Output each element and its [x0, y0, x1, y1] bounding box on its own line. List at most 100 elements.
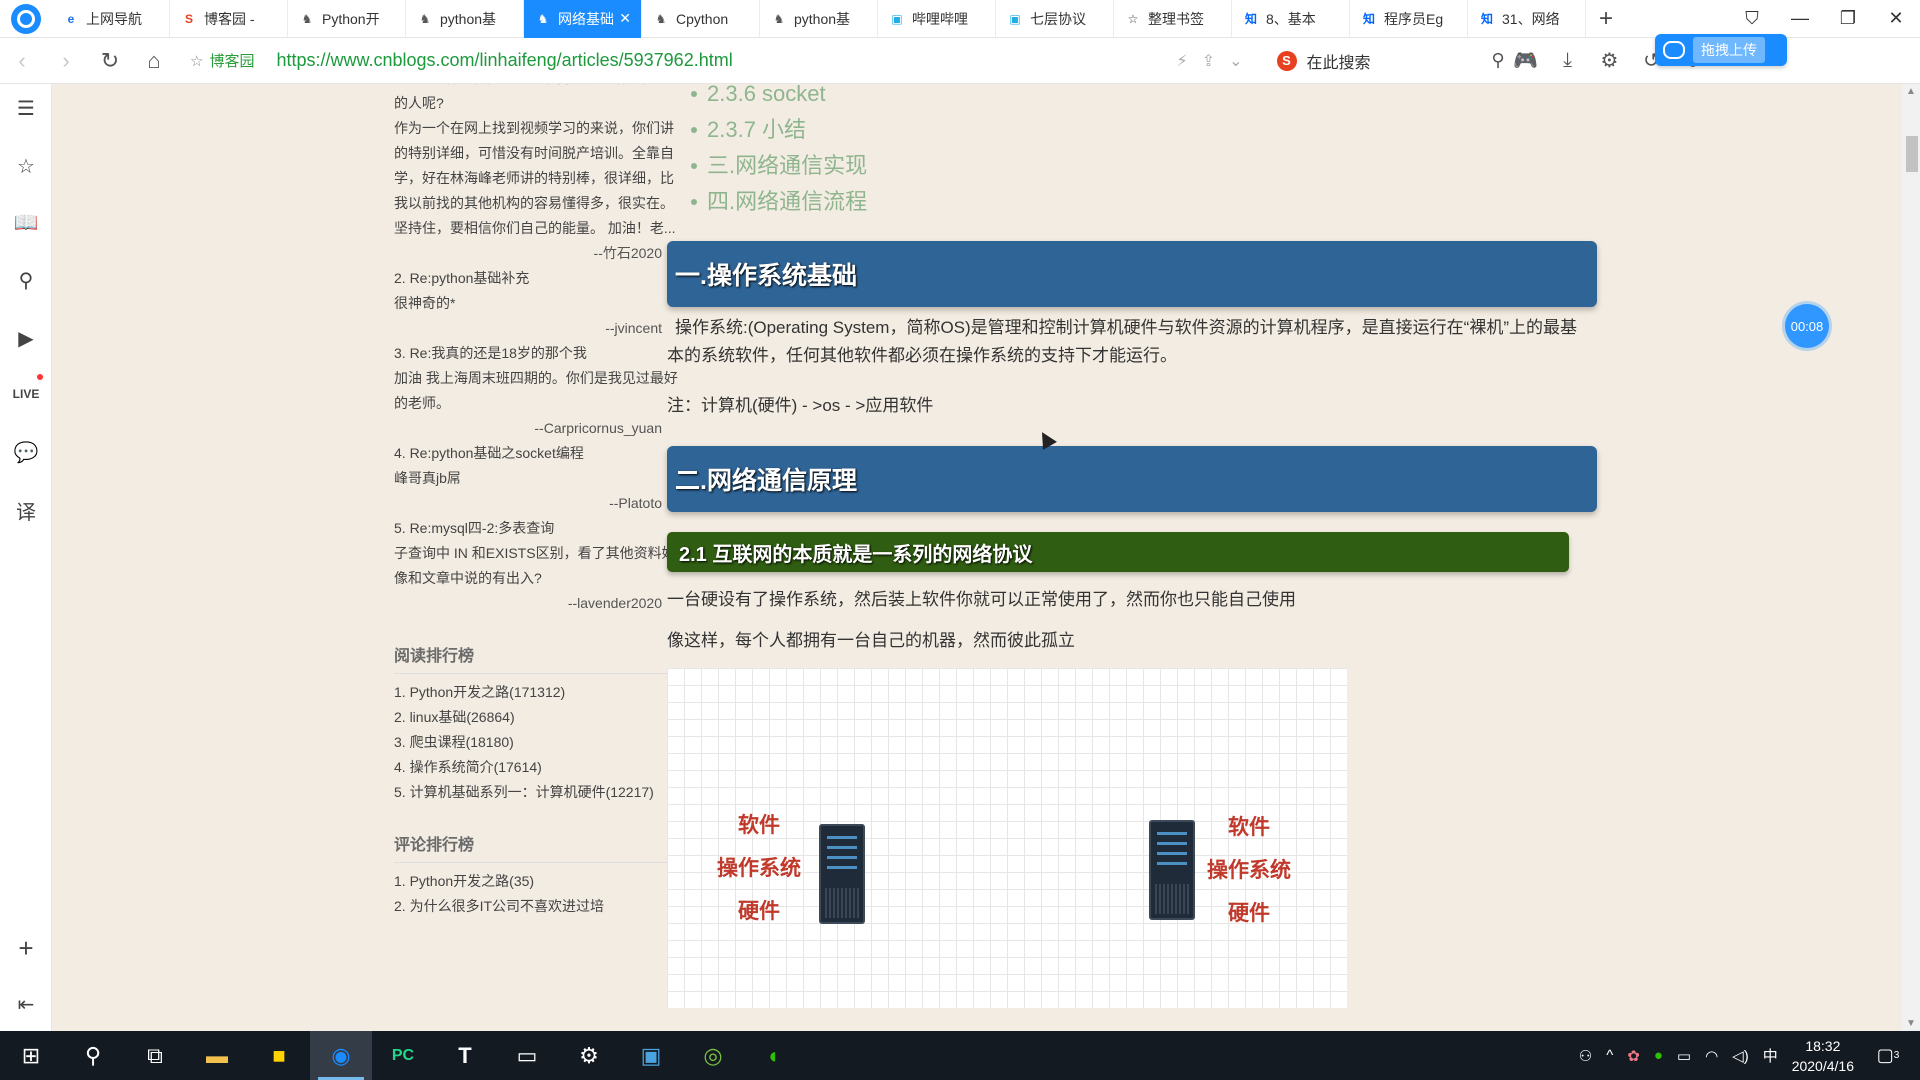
home-button[interactable]: ⌂: [132, 38, 176, 84]
pycharm-icon[interactable]: PC: [372, 1031, 434, 1080]
lightning-icon[interactable]: ⚡: [1176, 51, 1187, 71]
search-side-icon[interactable]: ⚲: [0, 262, 52, 298]
comment-body: 峰哥真jb屌: [394, 470, 461, 486]
rank-item[interactable]: 1. Python开发之路(35): [394, 869, 678, 894]
toc-item[interactable]: 2.3.6 socket: [667, 84, 1667, 112]
comment-title[interactable]: 4. Re:python基础之socket编程: [394, 441, 678, 466]
rank-item[interactable]: 4. 操作系统简介(17614): [394, 755, 678, 780]
video-icon[interactable]: ▶: [0, 320, 52, 356]
favorites-icon[interactable]: ☆: [0, 148, 52, 184]
task-view-icon[interactable]: ⧉: [124, 1031, 186, 1080]
scroll-thumb[interactable]: [1906, 136, 1918, 172]
volume-icon[interactable]: ◁): [1732, 1047, 1749, 1065]
rank-item[interactable]: 2. 为什么很多IT公司不喜欢进过培: [394, 894, 678, 919]
clock[interactable]: 18:32 2020/4/16: [1792, 1036, 1854, 1076]
browser-taskbar-icon[interactable]: ◉: [310, 1031, 372, 1080]
comment-author[interactable]: --竹石2020: [394, 241, 678, 266]
add-panel-icon[interactable]: +: [0, 930, 52, 966]
tab-1[interactable]: S 博客园 -: [170, 0, 288, 38]
search-engine-icon[interactable]: S: [1276, 50, 1297, 71]
download-icon[interactable]: ⤓: [1547, 49, 1589, 72]
tab-6[interactable]: ♞ python基: [760, 0, 878, 38]
comment-author[interactable]: --Carpricornus_yuan: [394, 416, 678, 441]
tab-3[interactable]: ♞ python基: [406, 0, 524, 38]
browser-logo[interactable]: [0, 0, 52, 38]
tab-8[interactable]: ▣ 七层协议: [996, 0, 1114, 38]
tab-7[interactable]: ▣ 哔哩哔哩: [878, 0, 996, 38]
comment-title-1[interactable]: 1. Re:为什么很多IT公司不喜欢进过培训机构的人呢?: [394, 84, 678, 116]
sticky-notes-icon[interactable]: ■: [248, 1031, 310, 1080]
ime-indicator[interactable]: 中: [1763, 1045, 1778, 1066]
timer-badge[interactable]: 00:08: [1785, 304, 1829, 348]
reader-icon[interactable]: ☰: [0, 90, 52, 126]
wifi-icon[interactable]: ◠: [1705, 1047, 1718, 1065]
remote-desktop-icon[interactable]: ▣: [620, 1031, 682, 1080]
search-input[interactable]: 在此搜索: [1307, 49, 1371, 73]
wechat-tray-icon[interactable]: ●: [1654, 1047, 1663, 1064]
typora-icon[interactable]: T: [434, 1031, 496, 1080]
extension-icon[interactable]: ⚙: [1589, 48, 1631, 73]
file-explorer-icon[interactable]: ▬: [186, 1031, 248, 1080]
notification-center-icon[interactable]: ▢ 3: [1868, 1045, 1908, 1066]
search-icon[interactable]: ⚲: [62, 1031, 124, 1080]
wechat-icon[interactable]: ◐: [744, 1031, 806, 1080]
tab-9[interactable]: ☆ 整理书签: [1114, 0, 1232, 38]
rank-item[interactable]: 1. Python开发之路(171312): [394, 680, 678, 705]
live-icon[interactable]: LIVE: [0, 376, 52, 412]
settings-icon[interactable]: ⚙: [558, 1031, 620, 1080]
forward-button[interactable]: ›: [44, 38, 88, 84]
rank-item[interactable]: 3. 爬虫课程(18180): [394, 730, 678, 755]
share-icon[interactable]: ⇪: [1202, 51, 1215, 71]
tab-11[interactable]: 知程序员Eg: [1350, 0, 1468, 38]
start-icon[interactable]: ⊞: [0, 1031, 62, 1080]
tab-10[interactable]: 知 8、基本: [1232, 0, 1350, 38]
address-actions: ⚡ ⇪ ⌄: [1176, 51, 1242, 71]
chevron-down-icon[interactable]: ⌄: [1229, 51, 1242, 71]
comment-title[interactable]: 5. Re:mysql四-2:多表查询: [394, 516, 678, 541]
close-window-button[interactable]: ✕: [1872, 0, 1920, 38]
back-button[interactable]: ‹: [0, 38, 44, 84]
rank-item[interactable]: 5. 计算机基础系列一：计算机硬件(12217): [394, 780, 678, 805]
collapse-panel-icon[interactable]: ⇤: [0, 986, 52, 1022]
media-player-icon[interactable]: ◎: [682, 1031, 744, 1080]
bookmark-star-icon[interactable]: ☆: [190, 52, 203, 70]
terminal-icon[interactable]: ▭: [496, 1031, 558, 1080]
book-icon[interactable]: 📖: [0, 204, 52, 240]
game-icon[interactable]: 🎮: [1505, 48, 1547, 73]
scroll-down-icon[interactable]: ▼: [1902, 1018, 1920, 1029]
comment-title[interactable]: 2. Re:python基础补充: [394, 266, 678, 291]
comment-author[interactable]: --jvincent: [394, 316, 678, 341]
tab-2[interactable]: ♞ Python开: [288, 0, 406, 38]
site-indicator[interactable]: ☆ 博客园: [190, 50, 254, 71]
tab-0[interactable]: e 上网导航: [52, 0, 170, 38]
skin-icon[interactable]: ⛉: [1728, 0, 1776, 38]
tab-close-icon[interactable]: ✕: [619, 10, 631, 27]
battery-icon[interactable]: ▭: [1677, 1047, 1691, 1065]
comment-title[interactable]: 3. Re:我真的还是18岁的那个我: [394, 341, 678, 366]
new-tab-button[interactable]: +: [1586, 0, 1626, 38]
toc-item[interactable]: 2.3.7 小结: [667, 112, 1667, 148]
app-tray-icon[interactable]: ✿: [1627, 1047, 1640, 1065]
chat-icon[interactable]: 💬: [0, 434, 52, 470]
people-icon[interactable]: ⚇: [1579, 1047, 1592, 1065]
tab-12[interactable]: 知 31、网络: [1468, 0, 1586, 38]
comment-author[interactable]: --Platoto: [394, 491, 678, 516]
minimize-button[interactable]: —: [1776, 0, 1824, 38]
restore-button[interactable]: ❐: [1824, 0, 1872, 38]
tab-5[interactable]: ♞ Cpython: [642, 0, 760, 38]
scroll-up-icon[interactable]: ▲: [1902, 86, 1920, 97]
search-box[interactable]: S 在此搜索 ⚲: [1276, 49, 1505, 73]
translate-icon[interactable]: 译: [0, 492, 52, 528]
tray-expand-icon[interactable]: ^: [1606, 1047, 1613, 1064]
toc-item[interactable]: 四.网络通信流程: [667, 184, 1667, 220]
page-scrollbar[interactable]: ▲ ▼: [1902, 84, 1920, 1031]
tab-4[interactable]: ♞ 网络基础 ✕: [524, 0, 642, 38]
toc-item[interactable]: 三.网络通信实现: [667, 148, 1667, 184]
url-field[interactable]: https://www.cnblogs.com/linhaifeng/artic…: [276, 50, 1116, 71]
search-icon[interactable]: ⚲: [1491, 50, 1504, 71]
rank-item[interactable]: 2. linux基础(26864): [394, 705, 678, 730]
os-definition-paragraph: 操作系统:(Operating System，简称OS)是管理和控制计算机硬件与…: [667, 318, 1577, 365]
comment-author[interactable]: --lavender2020: [394, 591, 678, 616]
upload-drop-button[interactable]: 拖拽上传: [1655, 34, 1787, 66]
refresh-button[interactable]: ↻: [88, 38, 132, 84]
